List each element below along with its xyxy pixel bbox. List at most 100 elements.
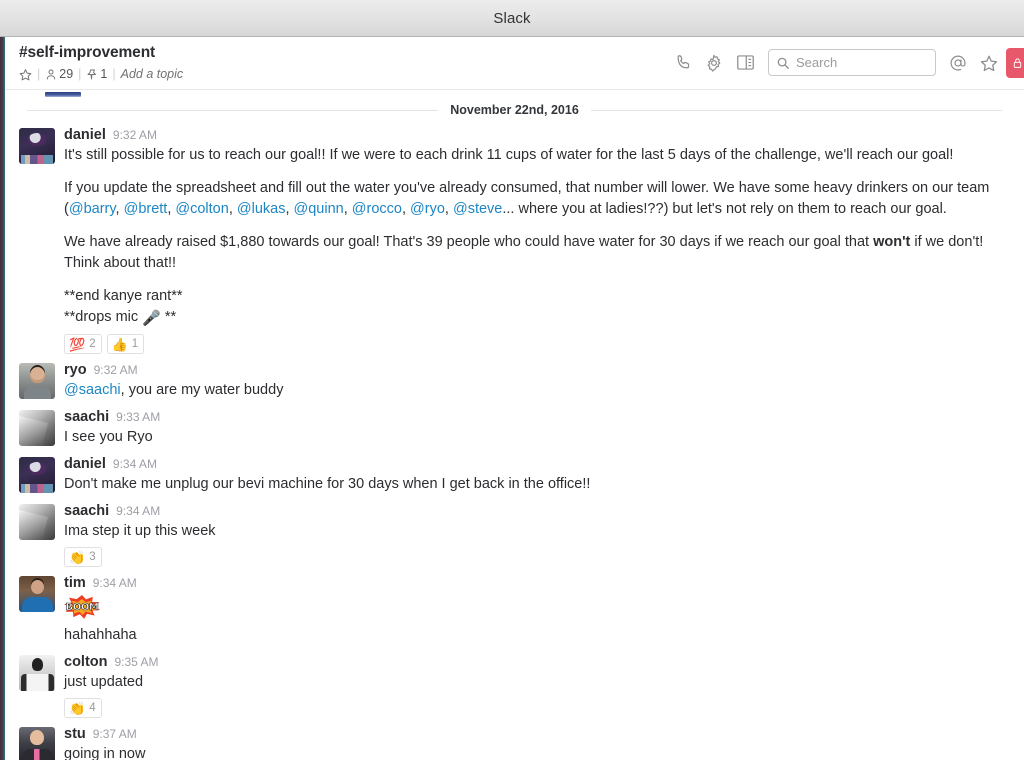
message-row[interactable]: tim 9:34 AM BOOM hahahhaha (5, 569, 1024, 648)
reaction-count: 3 (89, 551, 96, 563)
message-paragraph: **end kanye rant** **drops mic 🎤 ** (64, 286, 1004, 329)
message-text-run: just updated (64, 674, 144, 690)
avatar[interactable] (19, 457, 55, 493)
message-timestamp[interactable]: 9:32 AM (113, 126, 157, 144)
avatar[interactable] (19, 504, 55, 540)
message-text-run: ... where you at ladies!??) but let's no… (502, 201, 947, 217)
message-body: saachi 9:33 AM I see you Ryo (64, 408, 1004, 448)
message-timestamp[interactable]: 9:32 AM (94, 361, 138, 379)
message-timestamp[interactable]: 9:33 AM (116, 408, 160, 426)
inline-emoji: 🎤 (142, 310, 161, 327)
avatar[interactable] (19, 727, 55, 760)
notification-badge-icon[interactable] (1006, 48, 1024, 78)
member-count-group[interactable]: 29 (45, 66, 73, 82)
message-author[interactable]: tim (64, 574, 86, 592)
user-mention-link[interactable]: @brett (124, 201, 168, 217)
window-title: Slack (493, 9, 531, 27)
channel-details-icon[interactable] (736, 54, 755, 71)
message-text-run: It's still possible for us to reach our … (64, 147, 954, 163)
message-text-run: I see you Ryo (64, 429, 153, 445)
message-header: saachi 9:33 AM (64, 408, 1004, 426)
message-paragraph: just updated (64, 672, 1004, 693)
reaction-pill[interactable]: 👏 4 (64, 698, 102, 718)
at-mention-icon[interactable] (949, 54, 967, 72)
message-timestamp[interactable]: 9:34 AM (113, 455, 157, 473)
message-paragraph: going in now (64, 744, 1004, 760)
pin-count-group[interactable]: 1 (86, 66, 107, 82)
message-header: colton 9:35 AM (64, 653, 1004, 671)
message-timestamp[interactable]: 9:35 AM (115, 653, 159, 671)
message-body: ryo 9:32 AM @saachi, you are my water budd… (64, 361, 1004, 401)
scrolled-message-fragment (19, 90, 1024, 97)
message-header: ryo 9:32 AM (64, 361, 1004, 379)
meta-separator-2: | (78, 67, 82, 81)
reaction-pill[interactable]: 💯 2 (64, 334, 102, 354)
user-mention-link[interactable]: @steve (453, 201, 502, 217)
message-row[interactable]: daniel 9:32 AM It's still possible for us … (5, 121, 1024, 356)
avatar[interactable] (19, 576, 55, 612)
gear-icon[interactable] (705, 54, 723, 72)
message-list[interactable]: November 22nd, 2016 daniel 9:32 AM It's st… (5, 90, 1024, 760)
hundred-points-emoji: 💯 (69, 336, 86, 352)
message-text-run: , (444, 201, 453, 217)
meta-separator-3: | (112, 67, 116, 81)
star-icon[interactable] (19, 68, 32, 81)
user-mention-link[interactable]: @lukas (237, 201, 286, 217)
user-mention-link[interactable]: @rocco (352, 201, 402, 217)
channel-name[interactable]: #self-improvement (19, 43, 183, 63)
date-divider-label: November 22nd, 2016 (450, 103, 579, 117)
message-author[interactable]: saachi (64, 502, 109, 520)
user-mention-link[interactable]: @colton (175, 201, 228, 217)
message-timestamp[interactable]: 9:37 AM (93, 725, 137, 743)
message-paragraph: I see you Ryo (64, 427, 1004, 448)
search-placeholder: Search (796, 55, 838, 70)
user-mention-link[interactable]: @ryo (410, 201, 445, 217)
reaction-list: 👏 3 (64, 547, 1004, 567)
message-body: daniel 9:34 AM Don't make me unplug our be… (64, 455, 1004, 495)
message-body: tim 9:34 AM BOOM hahahhaha (64, 574, 1004, 646)
message-author[interactable]: daniel (64, 126, 106, 144)
channel-header: #self-improvement | 29 | 1 | Add a topic… (5, 37, 1024, 90)
user-mention-link[interactable]: @barry (69, 201, 116, 217)
avatar[interactable] (19, 655, 55, 691)
message-text-run: going in now (64, 746, 146, 760)
user-mention-link[interactable]: @quinn (294, 201, 344, 217)
message-row[interactable]: saachi 9:33 AM I see you Ryo (5, 403, 1024, 450)
star-outline-icon[interactable] (980, 54, 998, 72)
date-divider: November 22nd, 2016 (5, 99, 1024, 121)
message-text-run: Ima step it up this week (64, 523, 216, 539)
reaction-pill[interactable]: 👏 3 (64, 547, 102, 567)
message-header: stu 9:37 AM (64, 725, 1004, 743)
message-row[interactable]: saachi 9:34 AM Ima step it up this week 👏 3 (5, 497, 1024, 569)
message-author[interactable]: colton (64, 653, 108, 671)
search-input[interactable]: Search (768, 49, 936, 76)
user-mention-link[interactable]: @saachi (64, 382, 121, 398)
message-text-run: , (285, 201, 294, 217)
reaction-pill[interactable]: 👍 1 (106, 334, 145, 354)
message-row[interactable]: colton 9:35 AM just updated 👏 4 (5, 648, 1024, 720)
message-paragraph: Don't make me unplug our bevi machine fo… (64, 474, 1004, 495)
window-title-bar: Slack (0, 0, 1024, 37)
thumbs-up-emoji: 👍 (111, 336, 128, 352)
add-topic-link[interactable]: Add a topic (121, 66, 184, 82)
meta-separator-1: | (37, 67, 41, 81)
message-author[interactable]: daniel (64, 455, 106, 473)
message-header: tim 9:34 AM (64, 574, 1004, 592)
message-author[interactable]: saachi (64, 408, 109, 426)
message-header: daniel 9:34 AM (64, 455, 1004, 473)
message-author[interactable]: ryo (64, 361, 87, 379)
avatar[interactable] (19, 363, 55, 399)
message-row[interactable]: stu9:37 AMgoing in now👏4@steve is a wate… (5, 720, 1024, 760)
message-row[interactable]: ryo 9:32 AM @saachi, you are my water budd… (5, 356, 1024, 403)
phone-icon[interactable] (675, 54, 692, 71)
message-row[interactable]: daniel 9:34 AM Don't make me unplug our be… (5, 450, 1024, 497)
message-author[interactable]: stu (64, 725, 86, 743)
avatar[interactable] (19, 410, 55, 446)
clapping-hands-emoji: 👏 (69, 549, 86, 565)
message-timestamp[interactable]: 9:34 AM (116, 502, 160, 520)
message-timestamp[interactable]: 9:34 AM (93, 574, 137, 592)
message-body: saachi 9:34 AM Ima step it up this week 👏 3 (64, 502, 1004, 567)
message-body: stu9:37 AMgoing in now👏4@steve is a wate… (64, 725, 1004, 760)
bold-text: won't (873, 234, 911, 250)
avatar[interactable] (19, 128, 55, 164)
